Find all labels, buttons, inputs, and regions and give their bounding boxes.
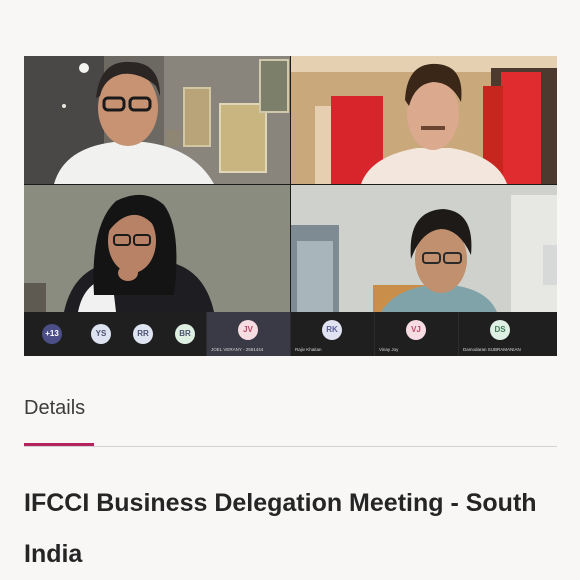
participant-name: Rajiv Khaitan bbox=[295, 347, 322, 352]
participant-tile-rk[interactable]: RK Rajiv Khaitan bbox=[290, 312, 374, 356]
avatar: VJ bbox=[406, 320, 426, 340]
video-tile-participant-2[interactable] bbox=[291, 56, 557, 184]
participant-tile-ys[interactable]: YS bbox=[80, 312, 122, 356]
participant-tile-jv[interactable]: JV JOEL VERANY - 2591444 bbox=[206, 312, 290, 356]
overflow-count-badge: +13 bbox=[42, 324, 62, 344]
participant-3-video bbox=[24, 185, 290, 312]
participant-tile-vj[interactable]: VJ Vinay Joy bbox=[374, 312, 458, 356]
video-grid: +13 YS RR BR JV JOEL VERANY - 2591444 RK… bbox=[24, 56, 557, 356]
avatar: JV bbox=[238, 320, 258, 340]
participant-tile-ds[interactable]: DS Damodaran SUBRAMANIAN bbox=[458, 312, 542, 356]
participant-name: Damodaran SUBRAMANIAN bbox=[463, 347, 521, 352]
participant-2-video bbox=[291, 56, 557, 184]
avatar: YS bbox=[91, 324, 111, 344]
participant-tile-rr[interactable]: RR bbox=[122, 312, 164, 356]
video-tile-participant-4[interactable] bbox=[291, 185, 557, 312]
video-tile-participant-1[interactable] bbox=[24, 56, 290, 184]
participant-tile-br[interactable]: BR bbox=[164, 312, 206, 356]
participant-4-video bbox=[291, 185, 557, 312]
tab-details[interactable]: Details bbox=[24, 397, 85, 420]
divider bbox=[24, 446, 557, 447]
more-participants-button[interactable]: +13 bbox=[24, 312, 80, 356]
participant-strip: +13 YS RR BR JV JOEL VERANY - 2591444 RK… bbox=[24, 312, 557, 356]
avatar: BR bbox=[175, 324, 195, 344]
avatar: DS bbox=[490, 320, 510, 340]
avatar: RK bbox=[322, 320, 342, 340]
participant-name: Vinay Joy bbox=[379, 347, 399, 352]
avatar: RR bbox=[133, 324, 153, 344]
meeting-title: IFCCI Business Delegation Meeting - Sout… bbox=[24, 489, 537, 568]
participant-name: JOEL VERANY - 2591444 bbox=[211, 347, 264, 352]
video-tile-participant-3[interactable] bbox=[24, 185, 290, 312]
participant-1-video bbox=[24, 56, 290, 184]
